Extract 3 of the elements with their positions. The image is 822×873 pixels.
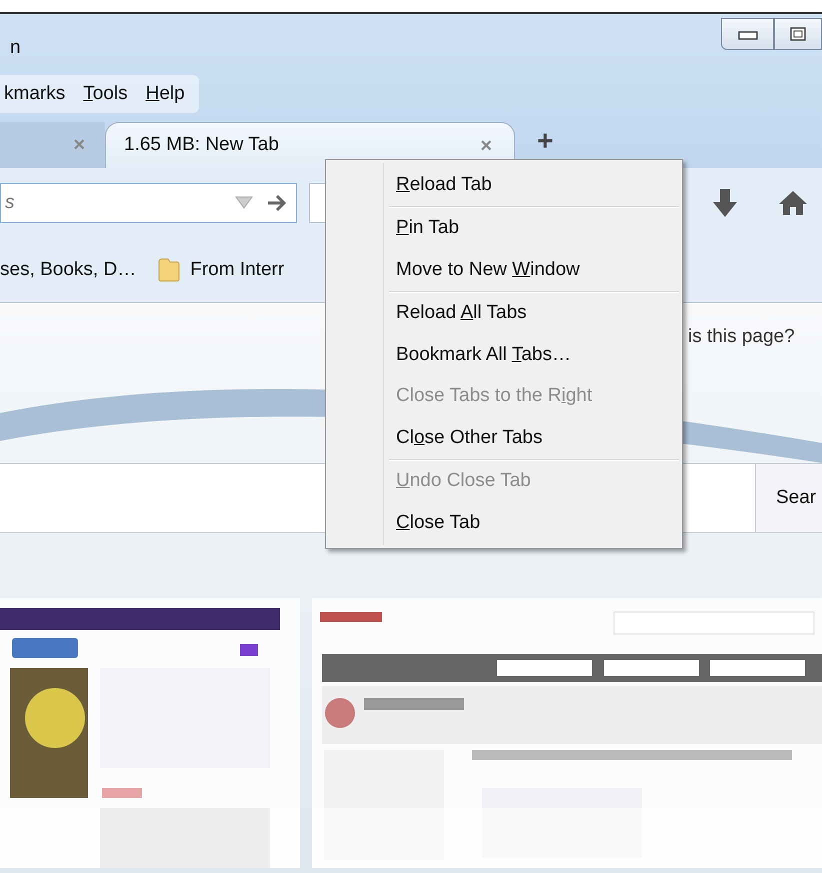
tab-title: 1.65 MB: New Tab bbox=[124, 133, 279, 158]
window-title: n bbox=[10, 36, 21, 60]
question-text: is this page? bbox=[688, 325, 795, 349]
